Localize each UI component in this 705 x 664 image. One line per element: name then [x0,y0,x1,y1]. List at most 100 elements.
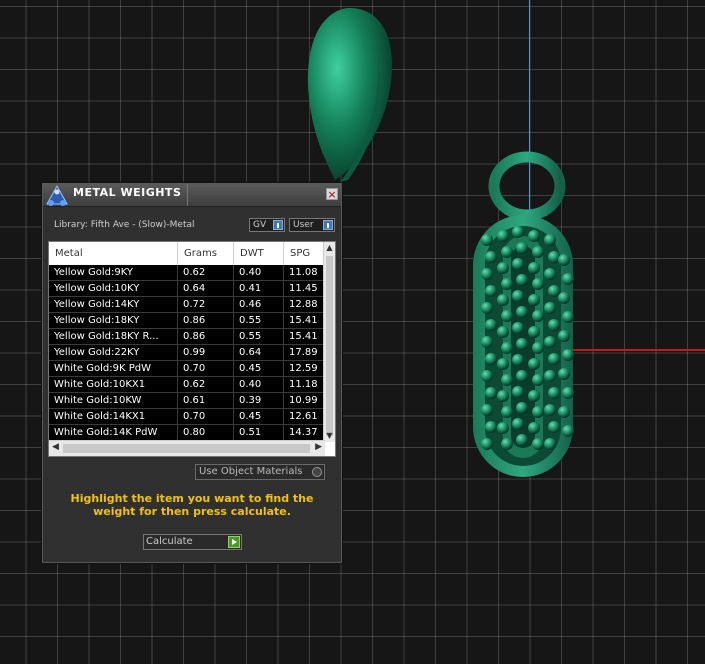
column-header-grams[interactable]: Grams [178,242,234,265]
scroll-right-icon[interactable]: ▶ [315,442,322,452]
bead [528,230,540,242]
bead [512,258,524,270]
bead [485,319,497,331]
table-row[interactable]: Yellow Gold:18KY 0.86 0.55 15.41 [49,313,325,329]
bead [532,310,544,322]
bead [516,306,528,318]
bead [497,326,509,338]
metal-weights-dialog[interactable]: METAL WEIGHTS × Library: Fifth Ave - (Sl… [42,183,342,563]
bead [558,330,570,342]
bead [485,251,497,263]
3d-viewport[interactable]: METAL WEIGHTS × Library: Fifth Ave - (Sl… [0,0,705,664]
column-header-dwt[interactable]: DWT [234,242,284,265]
column-header-metal[interactable]: Metal [49,242,178,265]
close-button[interactable]: × [326,188,338,200]
spg-cell: 14.37 [289,427,318,438]
bead [532,438,544,450]
bead [532,342,544,354]
scroll-left-icon[interactable]: ◀ [52,442,59,452]
bead [532,406,544,418]
bead [558,254,570,266]
bead [512,226,524,238]
vertical-scrollbar[interactable]: ▲ ▼ [323,242,335,442]
grams-cell: 0.80 [178,425,234,441]
teardrop-model[interactable] [307,8,392,182]
gv-toggle[interactable]: GV [249,218,285,232]
bead [481,268,493,280]
grams-cell: 0.62 [178,377,234,393]
bead [532,374,544,386]
metal-cell: White Gold:10KW [49,393,178,409]
spg-cell: 12.88 [289,299,318,310]
use-object-materials-option[interactable]: Use Object Materials [195,464,325,480]
bead [516,274,528,286]
bead [528,358,540,370]
table-row[interactable]: Yellow Gold:18KY R... 0.86 0.55 15.41 [49,329,325,345]
scroll-up-icon[interactable]: ▲ [325,243,334,253]
calculate-label: Calculate [146,536,193,547]
bead [485,353,497,365]
bead [548,353,560,365]
scroll-down-icon[interactable]: ▼ [325,431,334,441]
vertical-scroll-thumb[interactable] [326,256,333,436]
bead [544,438,556,450]
metal-cell: White Gold:14KX1 [49,409,178,425]
bead [528,326,540,338]
spg-cell: 15.41 [289,331,318,342]
bead [485,387,497,399]
horizontal-scrollbar[interactable]: ◀ ▶ [49,440,325,456]
user-label: User [293,220,314,230]
bead [562,273,574,285]
bead [481,370,493,382]
spg-cell: 11.08 [289,267,318,278]
column-header-spg[interactable]: SPG [284,242,325,265]
dwt-cell: 0.40 [234,377,284,393]
bead [528,390,540,402]
bead [558,368,570,380]
table-row[interactable]: Yellow Gold:14KY 0.72 0.46 12.88 [49,297,325,313]
table-row[interactable]: White Gold:14K PdW 0.80 0.51 14.37 [49,425,325,441]
table-row[interactable]: White Gold:10KW 0.61 0.39 10.99 [49,393,325,409]
bead [516,434,528,446]
dwt-cell: 0.55 [234,313,284,329]
radio-icon[interactable] [312,467,322,477]
bead [562,425,574,437]
user-toggle[interactable]: User [289,218,335,232]
spg-cell: 12.59 [289,363,318,374]
use-object-materials-label: Use Object Materials [199,466,303,477]
table-row[interactable]: Yellow Gold:9KY 0.62 0.40 11.08 [49,265,325,281]
spg-cell: 10.99 [289,395,318,406]
table-row[interactable]: White Gold:10KX1 0.62 0.40 11.18 [49,377,325,393]
spg-cell: 17.89 [289,347,318,358]
table-row[interactable]: Yellow Gold:22KY 0.99 0.64 17.89 [49,345,325,361]
table-row[interactable]: White Gold:9K PdW 0.70 0.45 12.59 [49,361,325,377]
dialog-title: METAL WEIGHTS [73,186,182,199]
bead [481,404,493,416]
bead [501,246,513,258]
bead [512,418,524,430]
bead [532,246,544,258]
bead [512,290,524,302]
bead [528,422,540,434]
bead [481,234,493,246]
dialog-titlebar[interactable]: METAL WEIGHTS × [43,184,341,207]
table-header: Metal Grams DWT SPG [49,242,325,265]
table-row[interactable]: Yellow Gold:10KY 0.64 0.41 11.45 [49,281,325,297]
grams-cell: 0.62 [178,265,234,281]
bead [485,285,497,297]
pendant-model[interactable] [473,151,574,477]
bead [516,338,528,350]
grams-cell: 0.61 [178,393,234,409]
grams-cell: 0.86 [178,313,234,329]
horizontal-scroll-thumb[interactable] [63,444,310,453]
title-tab-divider [187,184,188,206]
instruction-text: Highlight the item you want to find the … [70,492,314,518]
bead [544,336,556,348]
bead [516,242,528,254]
play-arrow-icon [228,536,240,548]
calculate-button[interactable]: Calculate [143,534,242,550]
table-row[interactable]: White Gold:14KX1 0.70 0.45 12.61 [49,409,325,425]
library-label: Library: Fifth Ave - (Slow)-Metal [54,220,195,230]
app-logo-icon [46,184,68,206]
metal-table[interactable]: Metal Grams DWT SPG Yellow Gold:9KY 0.62… [48,241,336,457]
